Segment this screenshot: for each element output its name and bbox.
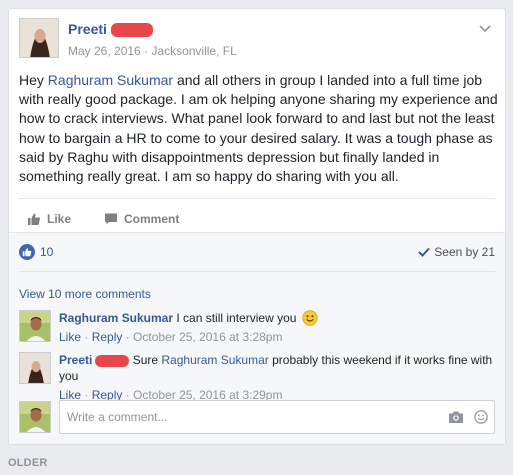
post-text-start: Hey — [19, 72, 48, 88]
post-text-rest: and all others in group I landed into a … — [19, 72, 498, 185]
comment-mention[interactable]: Raghuram Sukumar — [161, 353, 268, 367]
divider — [19, 198, 495, 199]
comment-reply-link[interactable]: Reply — [92, 330, 123, 344]
like-reaction-icon[interactable] — [19, 244, 35, 260]
view-more-comments-link[interactable]: View 10 more comments — [19, 287, 151, 301]
post-meta: May 26, 2016 · Jacksonville, FL — [68, 44, 237, 58]
comment-text: Sure — [132, 353, 162, 367]
post-mention[interactable]: Raghuram Sukumar — [48, 72, 173, 88]
comment-dot: · — [122, 330, 134, 344]
like-button[interactable]: Like — [27, 206, 71, 232]
seen-by[interactable]: Seen by 21 — [418, 245, 495, 259]
comment-time[interactable]: October 25, 2016 at 3:28pm — [133, 330, 282, 344]
like-count[interactable]: 10 — [40, 245, 53, 259]
post-options-chevron-icon[interactable] — [477, 20, 493, 34]
comment-input-icons — [448, 410, 488, 424]
post-author[interactable]: Preeti — [68, 21, 153, 38]
post-card: Preeti May 26, 2016 · Jacksonville, FL H… — [8, 8, 506, 445]
like-label: Like — [47, 212, 72, 226]
comment-author[interactable]: Preeti — [59, 353, 92, 367]
post-location[interactable]: Jacksonville, FL — [151, 44, 236, 58]
comment-dot: · — [81, 330, 92, 344]
comment-body: Preeti Sure Raghuram Sukumar probably th… — [59, 352, 495, 403]
comment-text: I can still interview you — [173, 311, 297, 325]
comment-actions: Like · Reply · October 25, 2016 at 3:28p… — [59, 329, 495, 345]
meta-separator: · — [140, 44, 152, 58]
post-text: Hey Raghuram Sukumar and all others in g… — [19, 71, 499, 186]
post-actions: Like Comment — [19, 206, 495, 232]
comment-label: Comment — [124, 212, 180, 226]
commenter-avatar[interactable] — [19, 310, 51, 342]
reply-box: Write a comment... — [19, 400, 495, 434]
comment-item: Preeti Sure Raghuram Sukumar probably th… — [19, 352, 495, 404]
commenter-avatar[interactable] — [19, 352, 51, 384]
comment-like-link[interactable]: Like — [59, 330, 81, 344]
post-author-name[interactable]: Preeti — [68, 21, 107, 37]
comment-icon — [105, 213, 117, 225]
redaction-mark — [110, 23, 153, 38]
emoji-icon[interactable] — [474, 410, 488, 424]
camera-icon[interactable] — [448, 410, 464, 424]
current-user-avatar — [19, 401, 51, 433]
checkmark-icon — [418, 247, 431, 257]
comment-input-placeholder: Write a comment... — [67, 410, 168, 424]
comment-author[interactable]: Raghuram Sukumar — [59, 311, 173, 325]
post-header: Preeti May 26, 2016 · Jacksonville, FL — [19, 18, 495, 62]
thumbs-up-icon — [28, 213, 40, 225]
older-posts-link[interactable]: OLDER — [8, 457, 48, 469]
redaction-mark — [95, 354, 130, 367]
smiley-emoji-icon — [302, 310, 318, 326]
divider — [19, 271, 495, 272]
post-date[interactable]: May 26, 2016 — [68, 44, 141, 58]
comment-input[interactable]: Write a comment... — [59, 400, 495, 434]
seen-label: Seen by 21 — [434, 245, 495, 259]
comment-button[interactable]: Comment — [104, 206, 179, 232]
author-avatar[interactable] — [19, 18, 59, 58]
comment-body: Raghuram Sukumar I can still interview y… — [59, 310, 495, 345]
comment-item: Raghuram Sukumar I can still interview y… — [19, 310, 495, 344]
likes-row: 10 Seen by 21 — [19, 243, 495, 263]
